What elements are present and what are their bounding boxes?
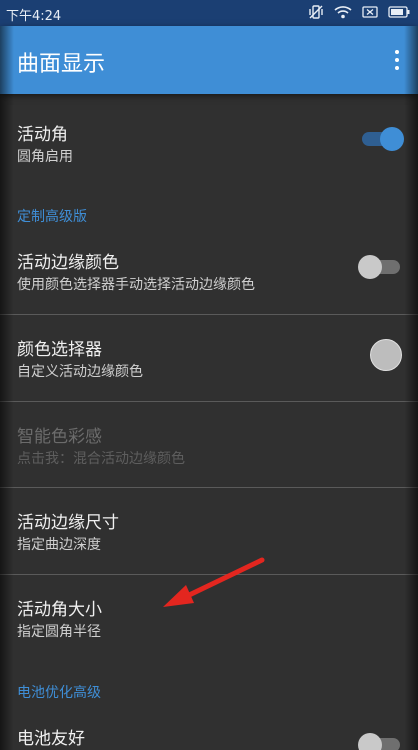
arrow-icon	[163, 557, 265, 607]
screen: 下午4:24 曲面显示 活动角 圆角启用 定制高级版 活动边缘颜色 使用颜色选择…	[0, 0, 418, 750]
